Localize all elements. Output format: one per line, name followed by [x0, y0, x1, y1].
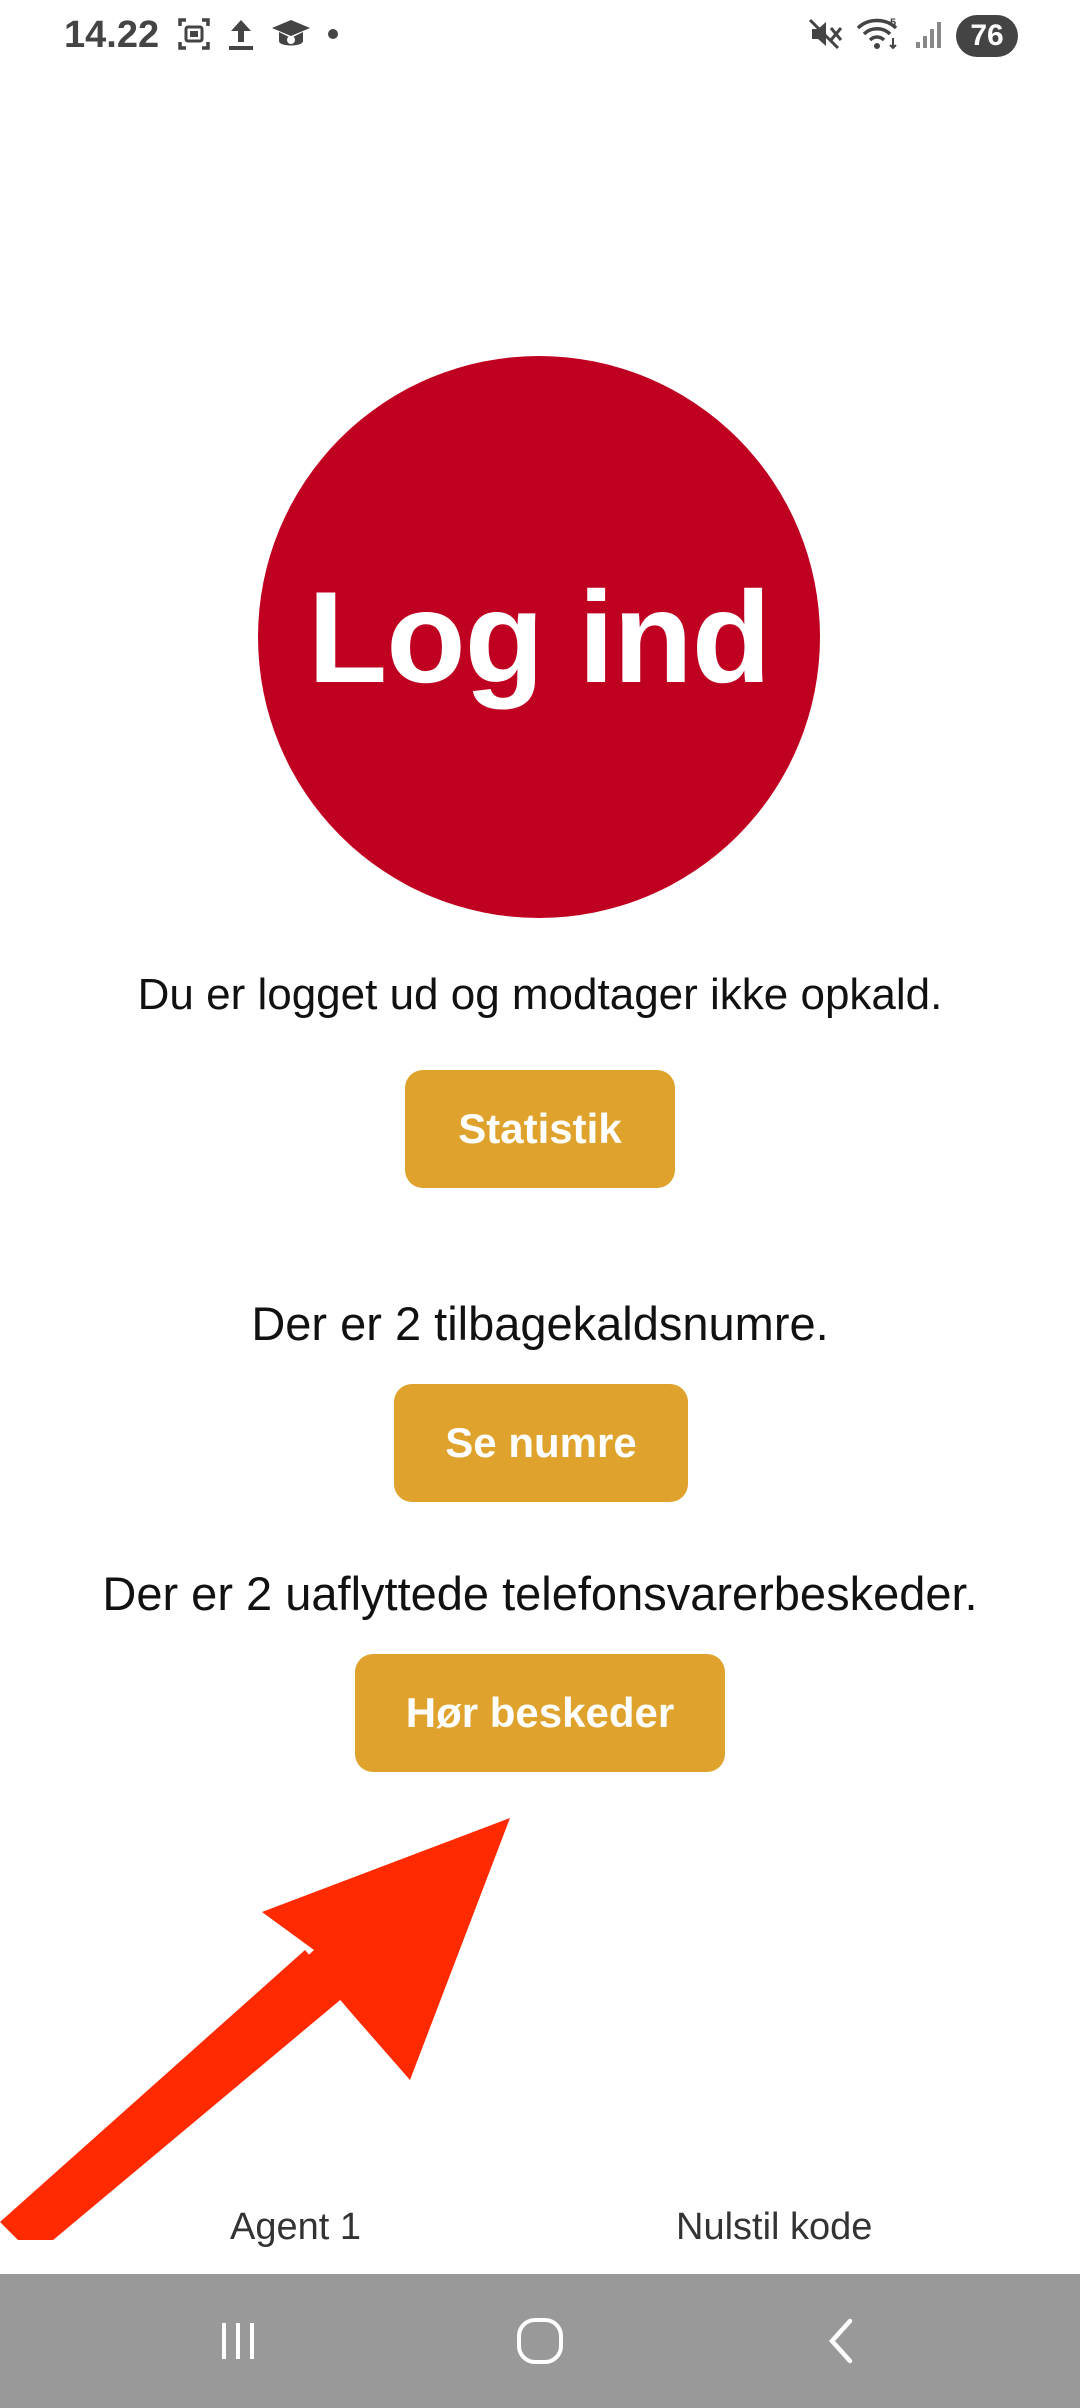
- callback-count-text: Der er 2 tilbagekaldsnumre.: [251, 1297, 829, 1350]
- annotation-arrow-icon: [0, 1818, 510, 2240]
- wifi-icon: 5: [856, 16, 902, 57]
- show-numbers-button[interactable]: Se numre: [394, 1384, 688, 1502]
- screenshot-icon: [176, 16, 212, 57]
- status-bar: 14.22 5 76: [0, 0, 1080, 72]
- navigation-bar: [0, 2274, 1080, 2408]
- back-button[interactable]: [742, 2274, 942, 2408]
- statistics-button[interactable]: Statistik: [405, 1070, 675, 1188]
- status-left-icons: [176, 12, 340, 60]
- reset-code-link[interactable]: Nulstil kode: [676, 2206, 872, 2249]
- battery-indicator: 76: [956, 15, 1018, 57]
- home-icon: [517, 2318, 563, 2364]
- notification-dot-icon: [326, 27, 340, 46]
- signal-icon: [914, 16, 944, 57]
- listen-messages-button[interactable]: Hør beskeder: [355, 1654, 725, 1772]
- recents-button[interactable]: [138, 2274, 338, 2408]
- graduation-cap-icon: [270, 16, 312, 57]
- recents-icon: [222, 2323, 254, 2359]
- svg-text:5: 5: [890, 17, 896, 29]
- status-time: 14.22: [64, 14, 160, 56]
- upload-icon: [226, 16, 256, 57]
- back-icon: [828, 2318, 853, 2364]
- app-screen: 14.22 5 76 Log ind Du er logget ud og mo…: [0, 0, 1080, 2408]
- login-button[interactable]: Log ind: [258, 356, 820, 918]
- voicemail-count-text: Der er 2 uaflyttede telefonsvarerbeskede…: [102, 1567, 978, 1620]
- mute-icon: [808, 16, 844, 57]
- logged-out-status-text: Du er logget ud og modtager ikke opkald.: [137, 970, 943, 1019]
- agent-label[interactable]: Agent 1: [230, 2206, 361, 2249]
- status-right-icons: 5 76: [808, 12, 1018, 60]
- home-button[interactable]: [440, 2274, 640, 2408]
